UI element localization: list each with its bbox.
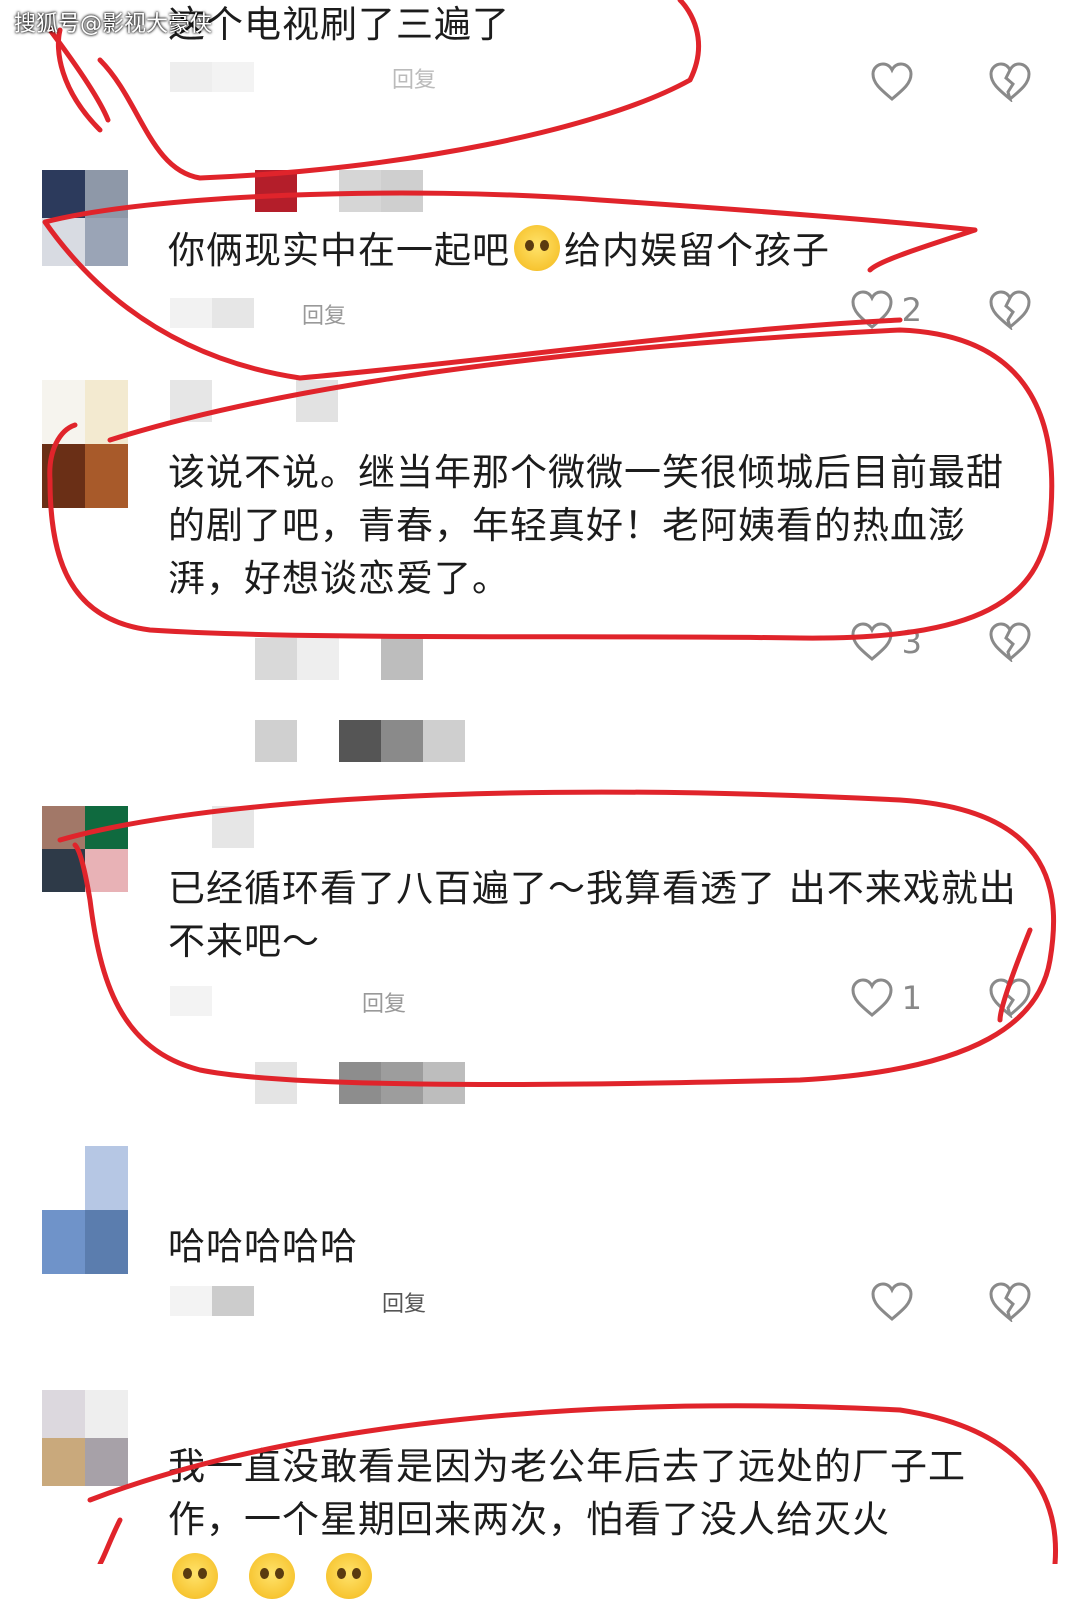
comment-text: 我一直没敢看是因为老公年后去了远处的厂子工作，一个星期回来两次，怕看了没人给灭火 (168, 1440, 1018, 1605)
pleading-face-emoji (248, 1553, 295, 1599)
pleading-face-emoji (325, 1553, 372, 1599)
reply-button[interactable]: 回复 (392, 62, 436, 94)
reply-button[interactable]: 回复 (382, 1286, 426, 1318)
username-mosaic[interactable] (170, 806, 254, 848)
like-count: 2 (901, 291, 922, 329)
comment-actions: 2 (850, 290, 1032, 330)
avatar[interactable] (42, 1146, 128, 1274)
comment-text-part: 你俩现实中在一起吧 (168, 229, 510, 272)
avatar[interactable] (42, 380, 128, 508)
like-button[interactable]: 3 (850, 622, 922, 662)
like-button[interactable] (870, 62, 922, 102)
meta-mosaic (170, 986, 254, 1018)
username-mosaic[interactable] (255, 170, 423, 212)
broken-heart-icon[interactable] (988, 622, 1032, 662)
like-button[interactable]: 1 (850, 978, 922, 1018)
comment-actions: 3 (850, 622, 1032, 662)
pleading-face-emoji (172, 1553, 218, 1599)
reply-mosaic (255, 638, 423, 680)
broken-heart-icon[interactable] (988, 978, 1032, 1018)
comment-text: 该说不说。继当年那个微微一笑很倾城后目前最甜的剧了吧，青春，年轻真好！老阿姨看的… (168, 451, 1004, 600)
avatar[interactable] (42, 1390, 128, 1486)
reply-button[interactable]: 回复 (302, 298, 346, 330)
comment-meta: 回复 (170, 62, 436, 94)
comment-text: 你俩现实中在一起吧 给内娱留个孩子 (168, 224, 1018, 277)
broken-heart-icon[interactable] (988, 290, 1032, 330)
comment-meta: 回复 (170, 1286, 426, 1318)
emoji-row (168, 1552, 1018, 1605)
avatar[interactable] (42, 806, 128, 892)
meta-mosaic (170, 298, 254, 330)
comment-text-part: 给内娱留个孩子 (564, 229, 830, 272)
reply-mosaic[interactable] (255, 1062, 465, 1104)
comment-meta: 回复 (170, 298, 346, 330)
meta-mosaic (170, 62, 254, 94)
pleading-face-emoji (514, 225, 560, 271)
watermark: 搜狐号@影视大豪侠 (14, 12, 213, 37)
heart-outline-icon (870, 1282, 914, 1322)
comment-text: 哈哈哈哈哈 (168, 1225, 358, 1268)
heart-outline-icon (850, 290, 894, 330)
heart-outline-icon (870, 62, 914, 102)
like-count: 1 (901, 979, 922, 1017)
heart-outline-icon (850, 622, 894, 662)
like-button[interactable] (870, 1282, 922, 1322)
comment-actions: 1 (850, 978, 1032, 1018)
reply-thread-mosaic[interactable] (255, 720, 465, 762)
comment-actions (870, 1282, 1032, 1322)
meta-mosaic (170, 1286, 254, 1318)
username-mosaic[interactable] (170, 380, 338, 422)
broken-heart-icon[interactable] (988, 62, 1032, 102)
comment-actions (870, 62, 1032, 102)
avatar[interactable] (42, 170, 128, 266)
comment-text-part: 我一直没敢看是因为老公年后去了远处的厂子工作，一个星期回来两次，怕看了没人给灭火 (168, 1445, 966, 1541)
broken-heart-icon[interactable] (988, 1282, 1032, 1322)
comment-text: 这个电视刷了三遍了 (168, 3, 510, 46)
comment-meta: 回复 (170, 986, 406, 1018)
like-button[interactable]: 2 (850, 290, 922, 330)
heart-outline-icon (850, 978, 894, 1018)
like-count: 3 (901, 623, 922, 661)
comment-text: 已经循环看了八百遍了～我算看透了 出不来戏就出不来吧～ (168, 867, 1017, 963)
reply-button[interactable]: 回复 (362, 986, 406, 1018)
